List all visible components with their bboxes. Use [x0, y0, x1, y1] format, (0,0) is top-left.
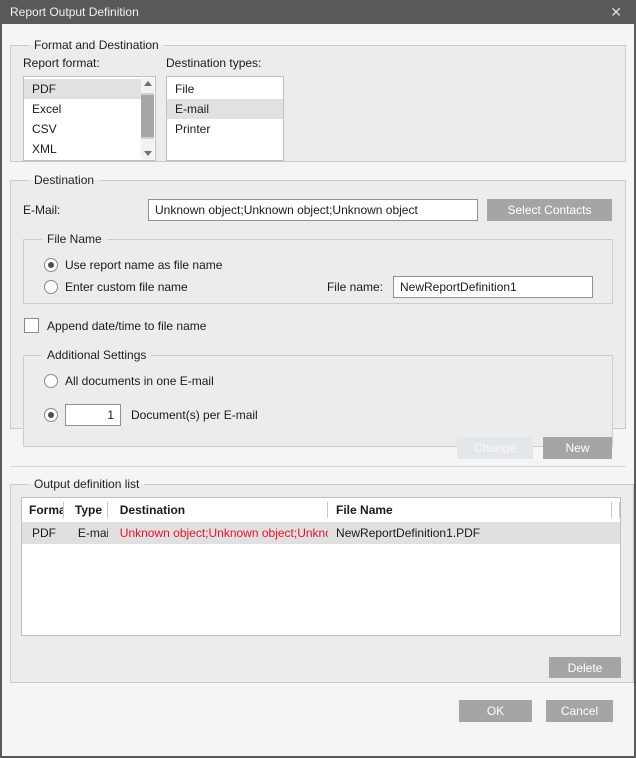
table-header: Format Type Destination File Name	[22, 498, 620, 522]
use-report-name-label: Use report name as file name	[65, 258, 222, 272]
row-type-cell: E-mail	[64, 526, 108, 540]
report-format-listbox: PDF Excel CSV XML	[23, 76, 156, 161]
dialog-body: Format and Destination Report format: PD…	[2, 24, 634, 756]
docs-per-email-input[interactable]	[65, 404, 121, 426]
window-title: Report Output Definition	[10, 5, 139, 19]
output-definition-table: Format Type Destination File Name PDF E-…	[21, 497, 621, 636]
column-header-destination[interactable]: Destination	[108, 502, 328, 518]
file-name-label: File name:	[327, 280, 383, 294]
column-header-filler	[612, 502, 620, 518]
report-format-label: Report format:	[23, 56, 156, 70]
definition-actions: Change New	[10, 437, 626, 459]
cancel-button[interactable]: Cancel	[546, 700, 613, 722]
section-divider	[10, 466, 626, 467]
file-name-input[interactable]	[393, 276, 593, 298]
dialog-footer: OK Cancel	[10, 700, 626, 722]
report-output-definition-dialog: Report Output Definition ✕ Format and De…	[0, 0, 636, 758]
scrollbar-thumb[interactable]	[141, 93, 154, 139]
column-header-format[interactable]: Format	[22, 502, 64, 518]
row-file-name-cell: NewReportDefinition1.PDF	[328, 526, 612, 540]
format-and-destination-legend: Format and Destination	[29, 38, 164, 52]
titlebar: Report Output Definition ✕	[0, 0, 636, 24]
table-row[interactable]: PDF E-mail Unknown object;Unknown object…	[22, 522, 620, 544]
all-docs-one-email-radio[interactable]	[44, 374, 58, 388]
close-icon[interactable]: ✕	[606, 3, 626, 21]
column-header-type[interactable]: Type	[64, 502, 108, 518]
enter-custom-name-label: Enter custom file name	[65, 280, 188, 294]
report-format-option-excel[interactable]: Excel	[24, 99, 141, 119]
report-format-option-csv[interactable]: CSV	[24, 119, 141, 139]
append-datetime-checkbox[interactable]	[24, 318, 39, 333]
row-destination-cell: Unknown object;Unknown object;Unknown ob…	[108, 526, 328, 540]
column-header-file-name[interactable]: File Name	[328, 502, 612, 518]
change-button: Change	[457, 437, 533, 459]
all-docs-one-email-label: All documents in one E-mail	[65, 374, 214, 388]
report-format-option-xml[interactable]: XML	[24, 139, 141, 159]
additional-settings-group: Additional Settings All documents in one…	[23, 348, 613, 447]
scroll-up-icon[interactable]	[141, 78, 154, 89]
report-format-option-pdf[interactable]: PDF	[24, 79, 141, 99]
delete-button[interactable]: Delete	[549, 657, 621, 678]
destination-types-listbox: File E-mail Printer	[166, 76, 284, 161]
destination-group: Destination E-Mail: Select Contacts File…	[10, 173, 626, 429]
file-name-legend: File Name	[42, 232, 107, 246]
email-input[interactable]	[148, 199, 478, 221]
file-name-group: File Name Use report name as file name E…	[23, 232, 613, 304]
destination-type-option-email[interactable]: E-mail	[167, 99, 283, 119]
select-contacts-button[interactable]: Select Contacts	[487, 199, 612, 221]
output-definition-list-legend: Output definition list	[29, 477, 144, 491]
destination-legend: Destination	[29, 173, 99, 187]
destination-types-label: Destination types:	[166, 56, 284, 70]
additional-settings-legend: Additional Settings	[42, 348, 151, 362]
scroll-down-icon[interactable]	[141, 148, 154, 159]
output-definition-list-group: Output definition list Format Type Desti…	[10, 477, 634, 683]
docs-per-email-radio[interactable]	[44, 408, 58, 422]
append-datetime-label: Append date/time to file name	[47, 319, 206, 333]
row-format-cell: PDF	[22, 526, 64, 540]
destination-type-option-file[interactable]: File	[167, 79, 283, 99]
docs-per-email-label: Document(s) per E-mail	[131, 408, 258, 422]
format-and-destination-group: Format and Destination Report format: PD…	[10, 38, 626, 162]
report-format-scrollbar[interactable]	[141, 78, 154, 159]
enter-custom-name-radio[interactable]	[44, 280, 58, 294]
use-report-name-radio[interactable]	[44, 258, 58, 272]
destination-type-option-printer[interactable]: Printer	[167, 119, 283, 139]
ok-button[interactable]: OK	[459, 700, 532, 722]
new-button[interactable]: New	[543, 437, 612, 459]
scrollbar-track[interactable]	[141, 89, 154, 148]
email-label: E-Mail:	[23, 203, 148, 217]
